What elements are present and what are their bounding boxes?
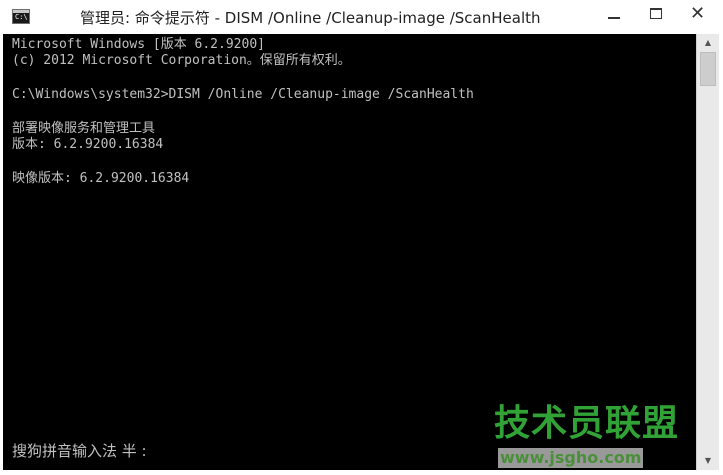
watermark-name: 技术员联盟 [494,403,680,444]
cmd-icon-label: C:\ [15,13,28,21]
command-prompt-window: C:\ 管理员: 命令提示符 - DISM /Online /Cleanup-i… [0,0,723,475]
close-button[interactable]: ✕ [684,3,714,27]
ime-status-bar[interactable]: 搜狗拼音输入法 半 : [12,440,147,462]
maximize-icon [650,8,662,19]
scroll-up-arrow-icon[interactable]: ▲ [697,34,719,52]
cmd-icon[interactable]: C:\ [12,9,30,24]
console-line: 版本: 6.2.9200.16384 [12,137,164,152]
window-title: 管理员: 命令提示符 - DISM /Online /Cleanup-image… [80,9,541,27]
minimize-icon [608,17,620,19]
console-line: 部署映像服务和管理工具 [12,121,156,136]
console-line: 映像版本: 6.2.9200.16384 [12,171,190,186]
console-line: C:\Windows\system32>DISM /Online /Cleanu… [12,87,474,102]
maximize-button[interactable] [642,3,672,27]
title-bar[interactable]: C:\ 管理员: 命令提示符 - DISM /Online /Cleanup-i… [0,0,723,34]
console-line: (c) 2012 Microsoft Corporation。保留所有权利。 [12,53,351,68]
console-line: Microsoft Windows [版本 6.2.9200] [12,37,265,52]
scroll-thumb[interactable] [700,52,716,86]
close-icon: ✕ [690,3,706,24]
minimize-button[interactable] [600,3,630,27]
watermark-url: www.jsgho.com [498,448,644,468]
site-watermark: 技术员联盟 www.jsgho.com [494,402,722,474]
